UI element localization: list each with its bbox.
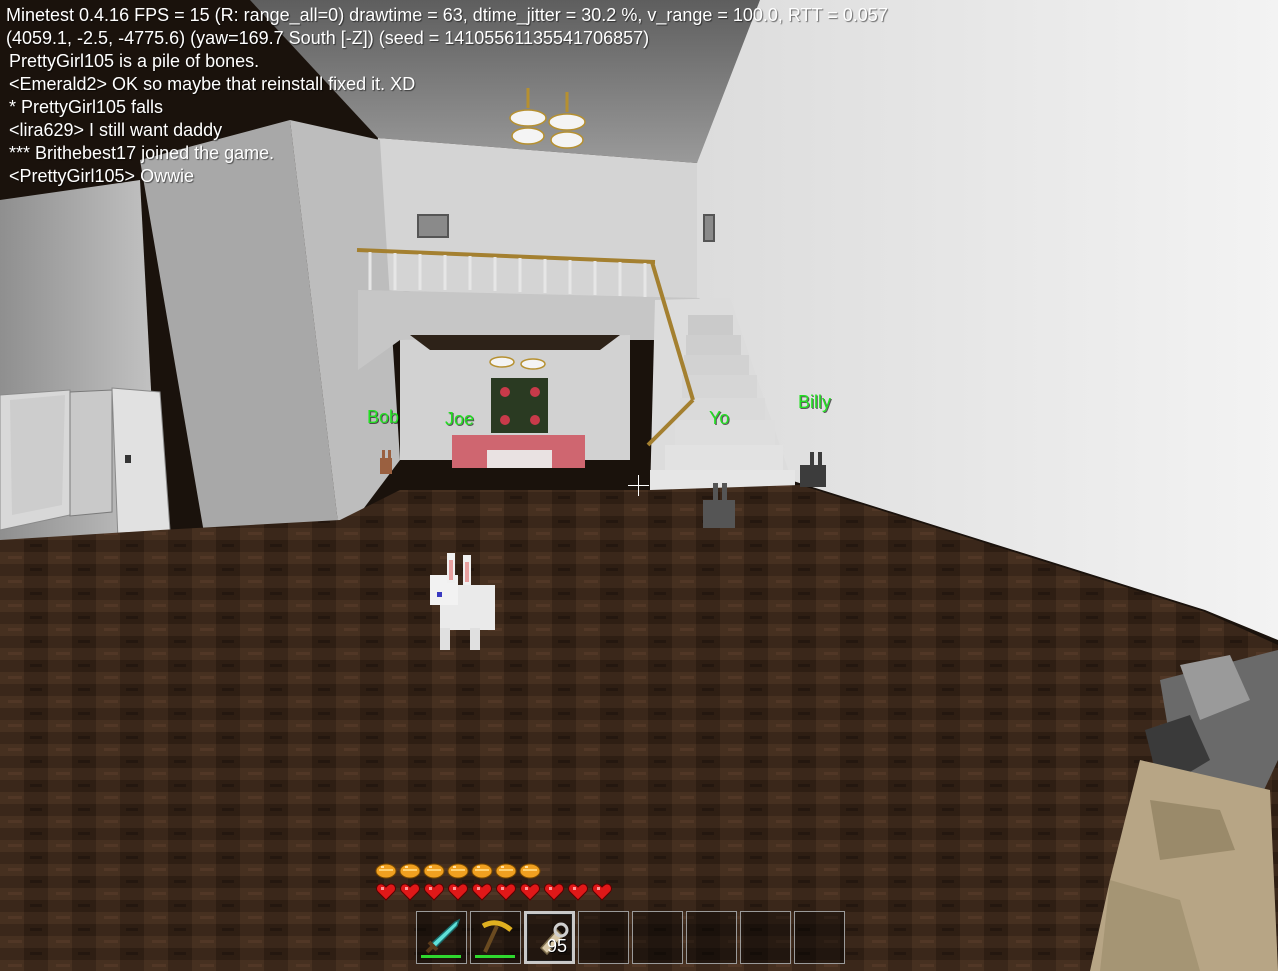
debug-position-line: (4059.1, -2.5, -4775.6) (yaw=169.7 South… (6, 28, 650, 48)
heart-icon (544, 883, 564, 901)
bread-icon (423, 863, 445, 879)
durability-bar (421, 955, 461, 958)
heart-icon (472, 883, 492, 901)
hotbar: 95 (416, 911, 845, 967)
hotbar-slot-6[interactable] (686, 911, 737, 964)
heart-icon (448, 883, 468, 901)
heart-icon (424, 883, 444, 901)
chat-message: * PrettyGirl105 falls (9, 97, 164, 117)
hunger-bar (375, 860, 541, 880)
nametag-billy: Billy (798, 392, 832, 412)
crosshair (628, 475, 649, 496)
hotbar-slot-2[interactable] (470, 911, 521, 964)
heart-icon (592, 883, 612, 901)
bread-icon (519, 863, 541, 879)
game-viewport[interactable]: Minetest 0.4.16 FPS = 15 (R: range_all=0… (0, 0, 1278, 971)
hotbar-slot-3[interactable]: 95 (524, 911, 575, 964)
chat-message: <PrettyGirl105> Owwie (9, 166, 195, 186)
bread-icon (399, 863, 421, 879)
bread-icon (495, 863, 517, 879)
bread-icon (471, 863, 493, 879)
bread-icon (375, 863, 397, 879)
item-count: 95 (546, 936, 567, 956)
hotbar-slot-4[interactable] (578, 911, 629, 964)
debug-info-line: Minetest 0.4.16 FPS = 15 (R: range_all=0… (6, 5, 888, 25)
hotbar-slot-7[interactable] (740, 911, 791, 964)
chat-message: *** Brithebest17 joined the game. (9, 143, 275, 163)
heart-icon (496, 883, 516, 901)
bread-icon (447, 863, 469, 879)
heart-icon (400, 883, 420, 901)
health-bar (375, 882, 613, 902)
chat-message: PrettyGirl105 is a pile of bones. (9, 51, 260, 71)
diamond-sword-icon (425, 918, 461, 954)
durability-bar (475, 955, 515, 958)
nametag-bob: Bob (367, 407, 400, 427)
chat-message: <Emerald2> OK so maybe that reinstall fi… (9, 74, 416, 94)
heart-icon (520, 883, 540, 901)
hotbar-slot-1[interactable] (416, 911, 467, 964)
heart-icon (568, 883, 588, 901)
chat-message: <lira629> I still want daddy (9, 120, 223, 140)
nametag-joe: Joe (445, 409, 475, 429)
gold-pickaxe-icon (481, 920, 513, 953)
heart-icon (376, 883, 396, 901)
hotbar-slot-8[interactable] (794, 911, 845, 964)
nametag-yo: Yo (709, 408, 730, 428)
rose-painting (491, 378, 548, 433)
hotbar-slot-5[interactable] (632, 911, 683, 964)
